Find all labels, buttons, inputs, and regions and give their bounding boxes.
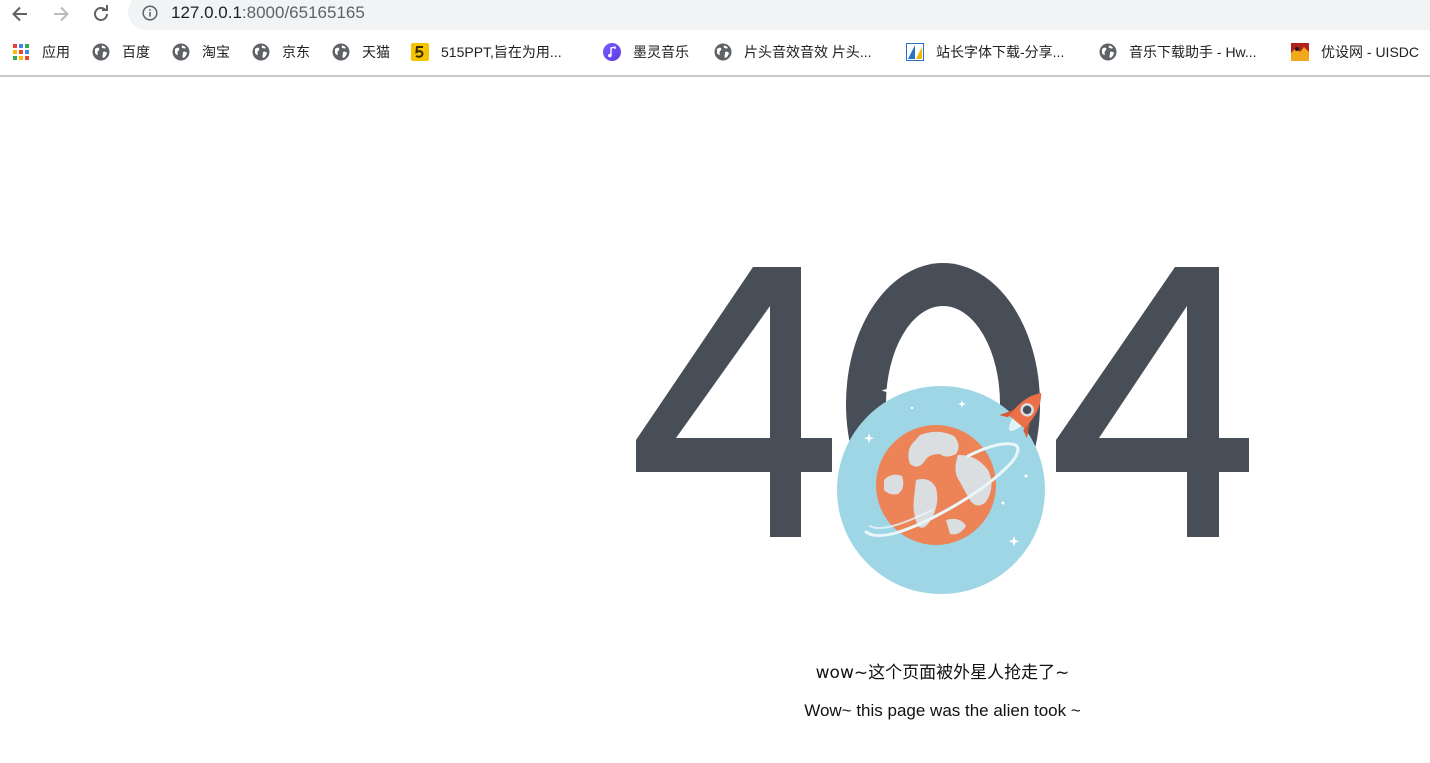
globe-icon xyxy=(172,43,190,61)
reload-icon xyxy=(91,4,111,24)
back-button[interactable] xyxy=(7,1,33,27)
browser-toolbar: 127.0.0.1:8000/65165165 xyxy=(0,0,1430,30)
reload-button[interactable] xyxy=(88,1,114,27)
globe-icon xyxy=(714,43,732,61)
apps-grid-icon xyxy=(12,43,30,61)
bookmark-515ppt[interactable]: 515PPT,旨在为用... xyxy=(411,41,562,63)
globe-icon xyxy=(92,43,110,61)
bookmark-label: 墨灵音乐 xyxy=(633,42,689,62)
bookmark-label: 515PPT,旨在为用... xyxy=(441,42,562,62)
bookmark-label: 片头音效音效 片头... xyxy=(744,42,872,62)
uisdc-icon xyxy=(1291,43,1309,61)
bookmarks-bar: 应用 百度 淘宝 京东 天猫 515PPT,旨在为 xyxy=(0,30,1430,77)
404-illustration xyxy=(620,240,1270,610)
digit-four-left xyxy=(636,267,832,537)
back-arrow-icon xyxy=(10,4,30,24)
bookmark-tmall[interactable]: 天猫 xyxy=(332,41,390,63)
bookmark-jd[interactable]: 京东 xyxy=(252,41,310,63)
bookmark-label: 优设网 - UISDC xyxy=(1321,42,1419,62)
bookmark-sound-effects[interactable]: 片头音效音效 片头... xyxy=(714,41,872,63)
chinaz-icon xyxy=(906,43,924,61)
forward-arrow-icon xyxy=(51,4,71,24)
bookmark-uisdc[interactable]: 优设网 - UISDC xyxy=(1291,41,1419,63)
bookmark-moling-music[interactable]: 墨灵音乐 xyxy=(603,41,689,63)
bookmark-baidu[interactable]: 百度 xyxy=(92,41,150,63)
url-text[interactable]: 127.0.0.1:8000/65165165 xyxy=(171,3,365,23)
globe-icon xyxy=(1099,43,1117,61)
music-note-icon xyxy=(603,43,621,61)
bookmark-label: 应用 xyxy=(42,42,70,62)
error-message-english: Wow~ this page was the alien took ~ xyxy=(0,701,1430,721)
bookmark-music-download[interactable]: 音乐下载助手 - Hw... xyxy=(1099,41,1257,63)
globe-icon xyxy=(332,43,350,61)
bookmark-label: 天猫 xyxy=(362,42,390,62)
515ppt-icon xyxy=(411,43,429,61)
address-bar[interactable]: 127.0.0.1:8000/65165165 xyxy=(128,0,1430,30)
bookmark-label: 百度 xyxy=(122,42,150,62)
error-message-chinese: wow~这个页面被外星人抢走了~ xyxy=(0,658,1430,683)
digit-four-right xyxy=(1056,267,1249,537)
url-path: :8000/65165165 xyxy=(242,3,365,22)
bookmark-label: 京东 xyxy=(282,42,310,62)
bookmark-label: 站长字体下载-分享... xyxy=(936,42,1064,62)
url-host: 127.0.0.1 xyxy=(171,3,242,22)
bookmark-label: 淘宝 xyxy=(202,42,230,62)
bookmark-chinaz-fonts[interactable]: 站长字体下载-分享... xyxy=(906,41,1064,63)
bookmark-label: 音乐下载助手 - Hw... xyxy=(1129,42,1257,62)
forward-button[interactable] xyxy=(48,1,74,27)
bookmark-apps[interactable]: 应用 xyxy=(12,41,70,63)
info-icon[interactable] xyxy=(142,5,158,21)
globe-icon xyxy=(252,43,270,61)
bookmark-taobao[interactable]: 淘宝 xyxy=(172,41,230,63)
